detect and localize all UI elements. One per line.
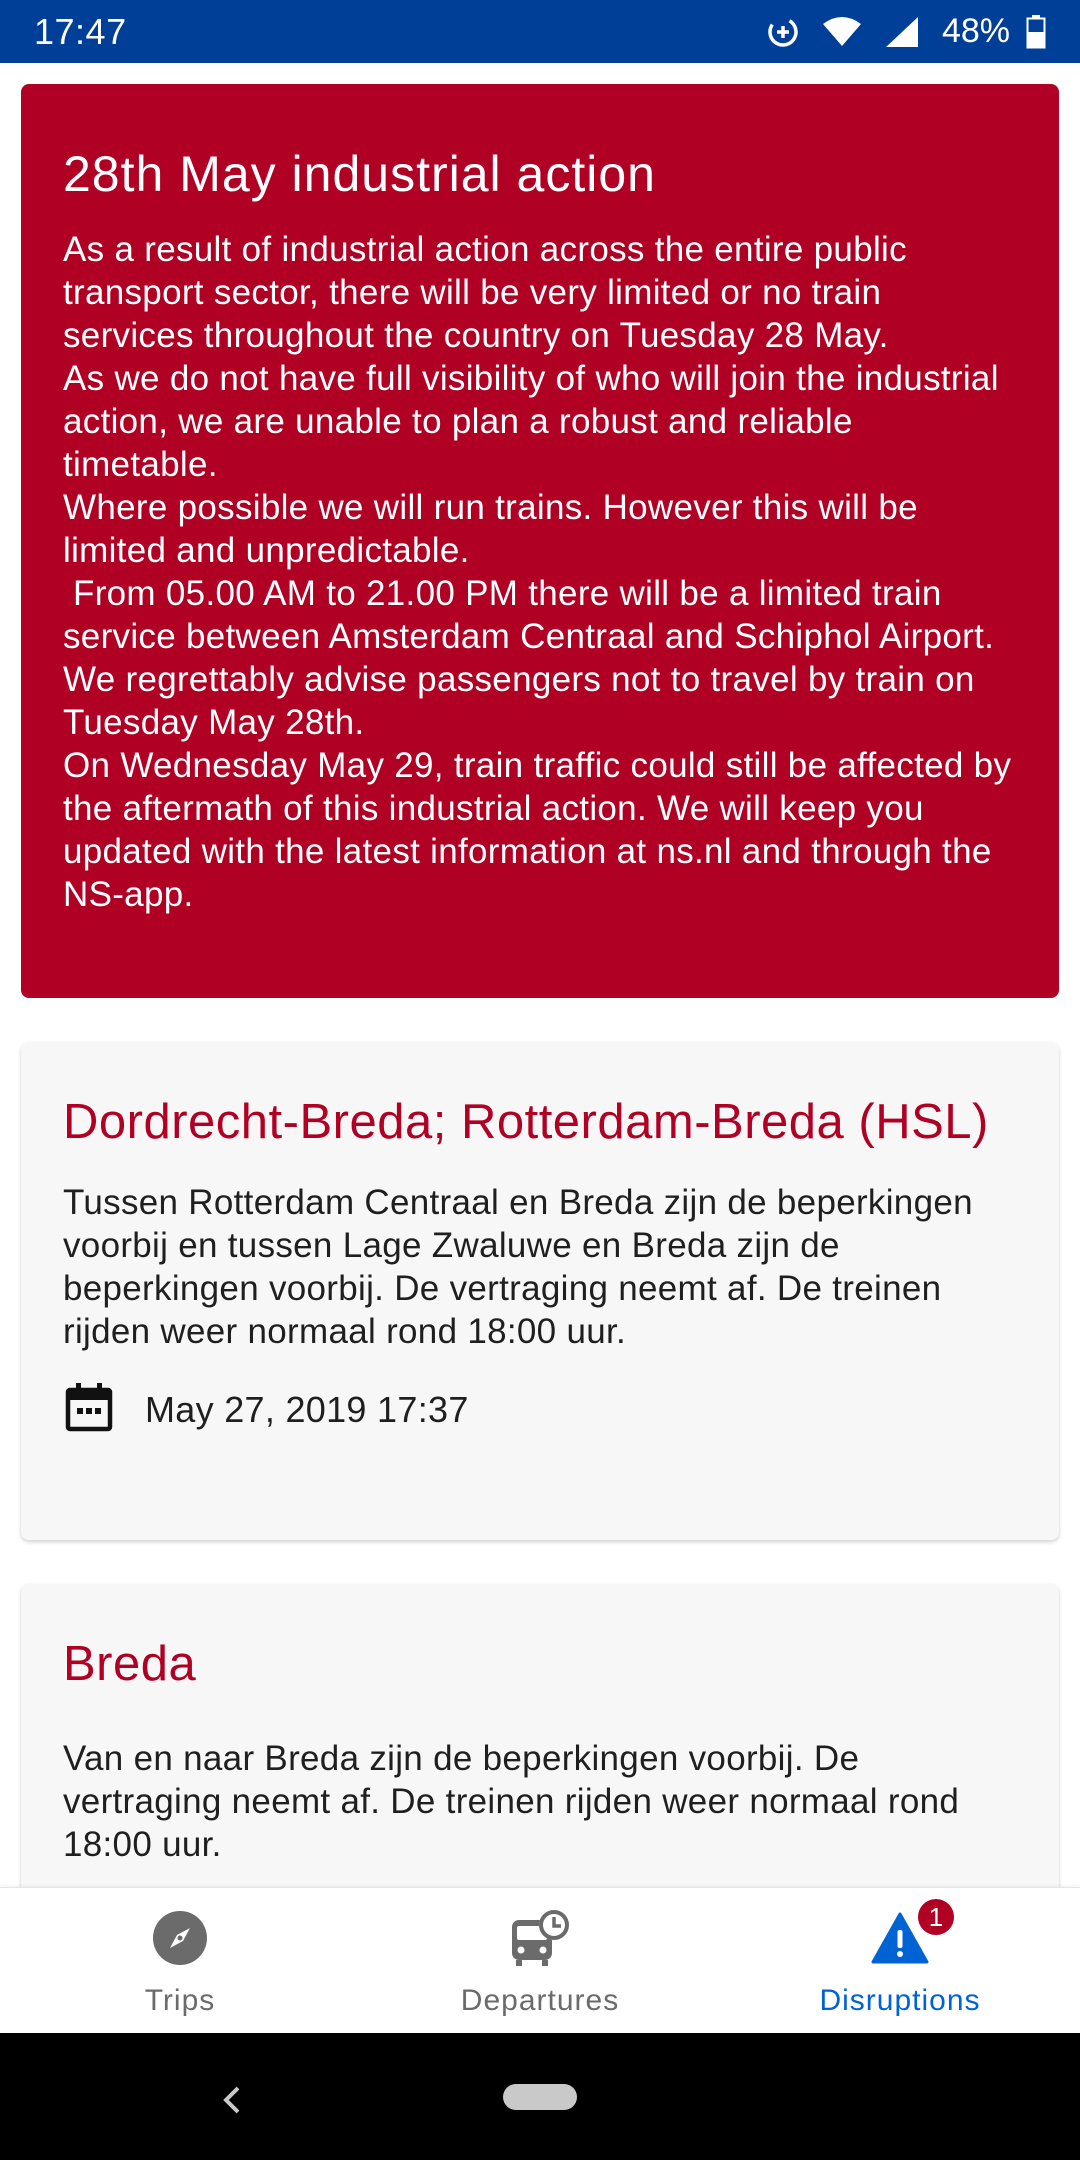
train-clock-icon: [508, 1908, 572, 1973]
wifi-icon: [822, 16, 862, 48]
disruption-title: Breda: [63, 1637, 197, 1691]
status-time: 17:47: [34, 10, 127, 52]
disruption-date-row: May 27, 2019 17:37: [63, 1381, 1017, 1438]
industrial-action-alert[interactable]: 28th May industrial action As a result o…: [21, 84, 1059, 998]
compass-icon: [152, 1910, 208, 1971]
alert-title: 28th May industrial action: [63, 146, 656, 202]
nav-item-trips[interactable]: Trips: [0, 1888, 360, 2033]
nav-item-disruptions[interactable]: 1 Disruptions: [720, 1888, 1080, 2033]
nav-label: Departures: [460, 1984, 620, 2017]
back-icon[interactable]: [220, 2085, 244, 2120]
disruption-body: Tussen Rotterdam Centraal en Breda zijn …: [63, 1183, 973, 1351]
disruption-title: Dordrecht-Breda; Rotterdam-Breda (HSL): [63, 1095, 989, 1149]
alert-paragraph: As a result of industrial action across …: [63, 230, 907, 355]
data-saver-icon: [766, 15, 800, 49]
alert-paragraph: As we do not have full visibility of who…: [63, 359, 999, 484]
system-navigation-bar: [0, 2033, 1080, 2160]
status-icons: 48%: [766, 12, 1046, 51]
disruption-card[interactable]: Breda Van en naar Breda zijn de beperkin…: [21, 1584, 1059, 1887]
battery-icon: [1026, 14, 1046, 49]
nav-item-departures[interactable]: Departures: [360, 1888, 720, 2033]
alert-paragraph: We regrettably advise passengers not to …: [63, 660, 975, 742]
home-pill-icon[interactable]: [503, 2083, 577, 2110]
nav-label: Disruptions: [819, 1984, 981, 2017]
calendar-icon: [63, 1381, 115, 1438]
alert-paragraph: On Wednesday May 29, train traffic could…: [63, 746, 1012, 914]
battery-percent: 48%: [941, 12, 1010, 50]
disruptions-list[interactable]: 28th May industrial action As a result o…: [0, 63, 1080, 1887]
status-bar: 17:47 48%: [0, 0, 1080, 63]
disruption-body: Van en naar Breda zijn de beperkingen vo…: [63, 1739, 960, 1864]
disruptions-badge: 1: [915, 1896, 957, 1938]
disruption-date: May 27, 2019 17:37: [145, 1388, 469, 1430]
alert-body: As a result of industrial action across …: [63, 228, 1017, 916]
signal-icon: [884, 15, 920, 49]
nav-label: Trips: [144, 1984, 216, 2017]
disruption-card[interactable]: Dordrecht-Breda; Rotterdam-Breda (HSL) T…: [21, 1042, 1059, 1540]
bottom-navigation: Trips Departures 1 Disruptions: [0, 1887, 1080, 2033]
alert-paragraph: Where possible we will run trains. Howev…: [63, 488, 918, 570]
alert-paragraph: From 05.00 AM to 21.00 PM there will be …: [63, 574, 995, 656]
